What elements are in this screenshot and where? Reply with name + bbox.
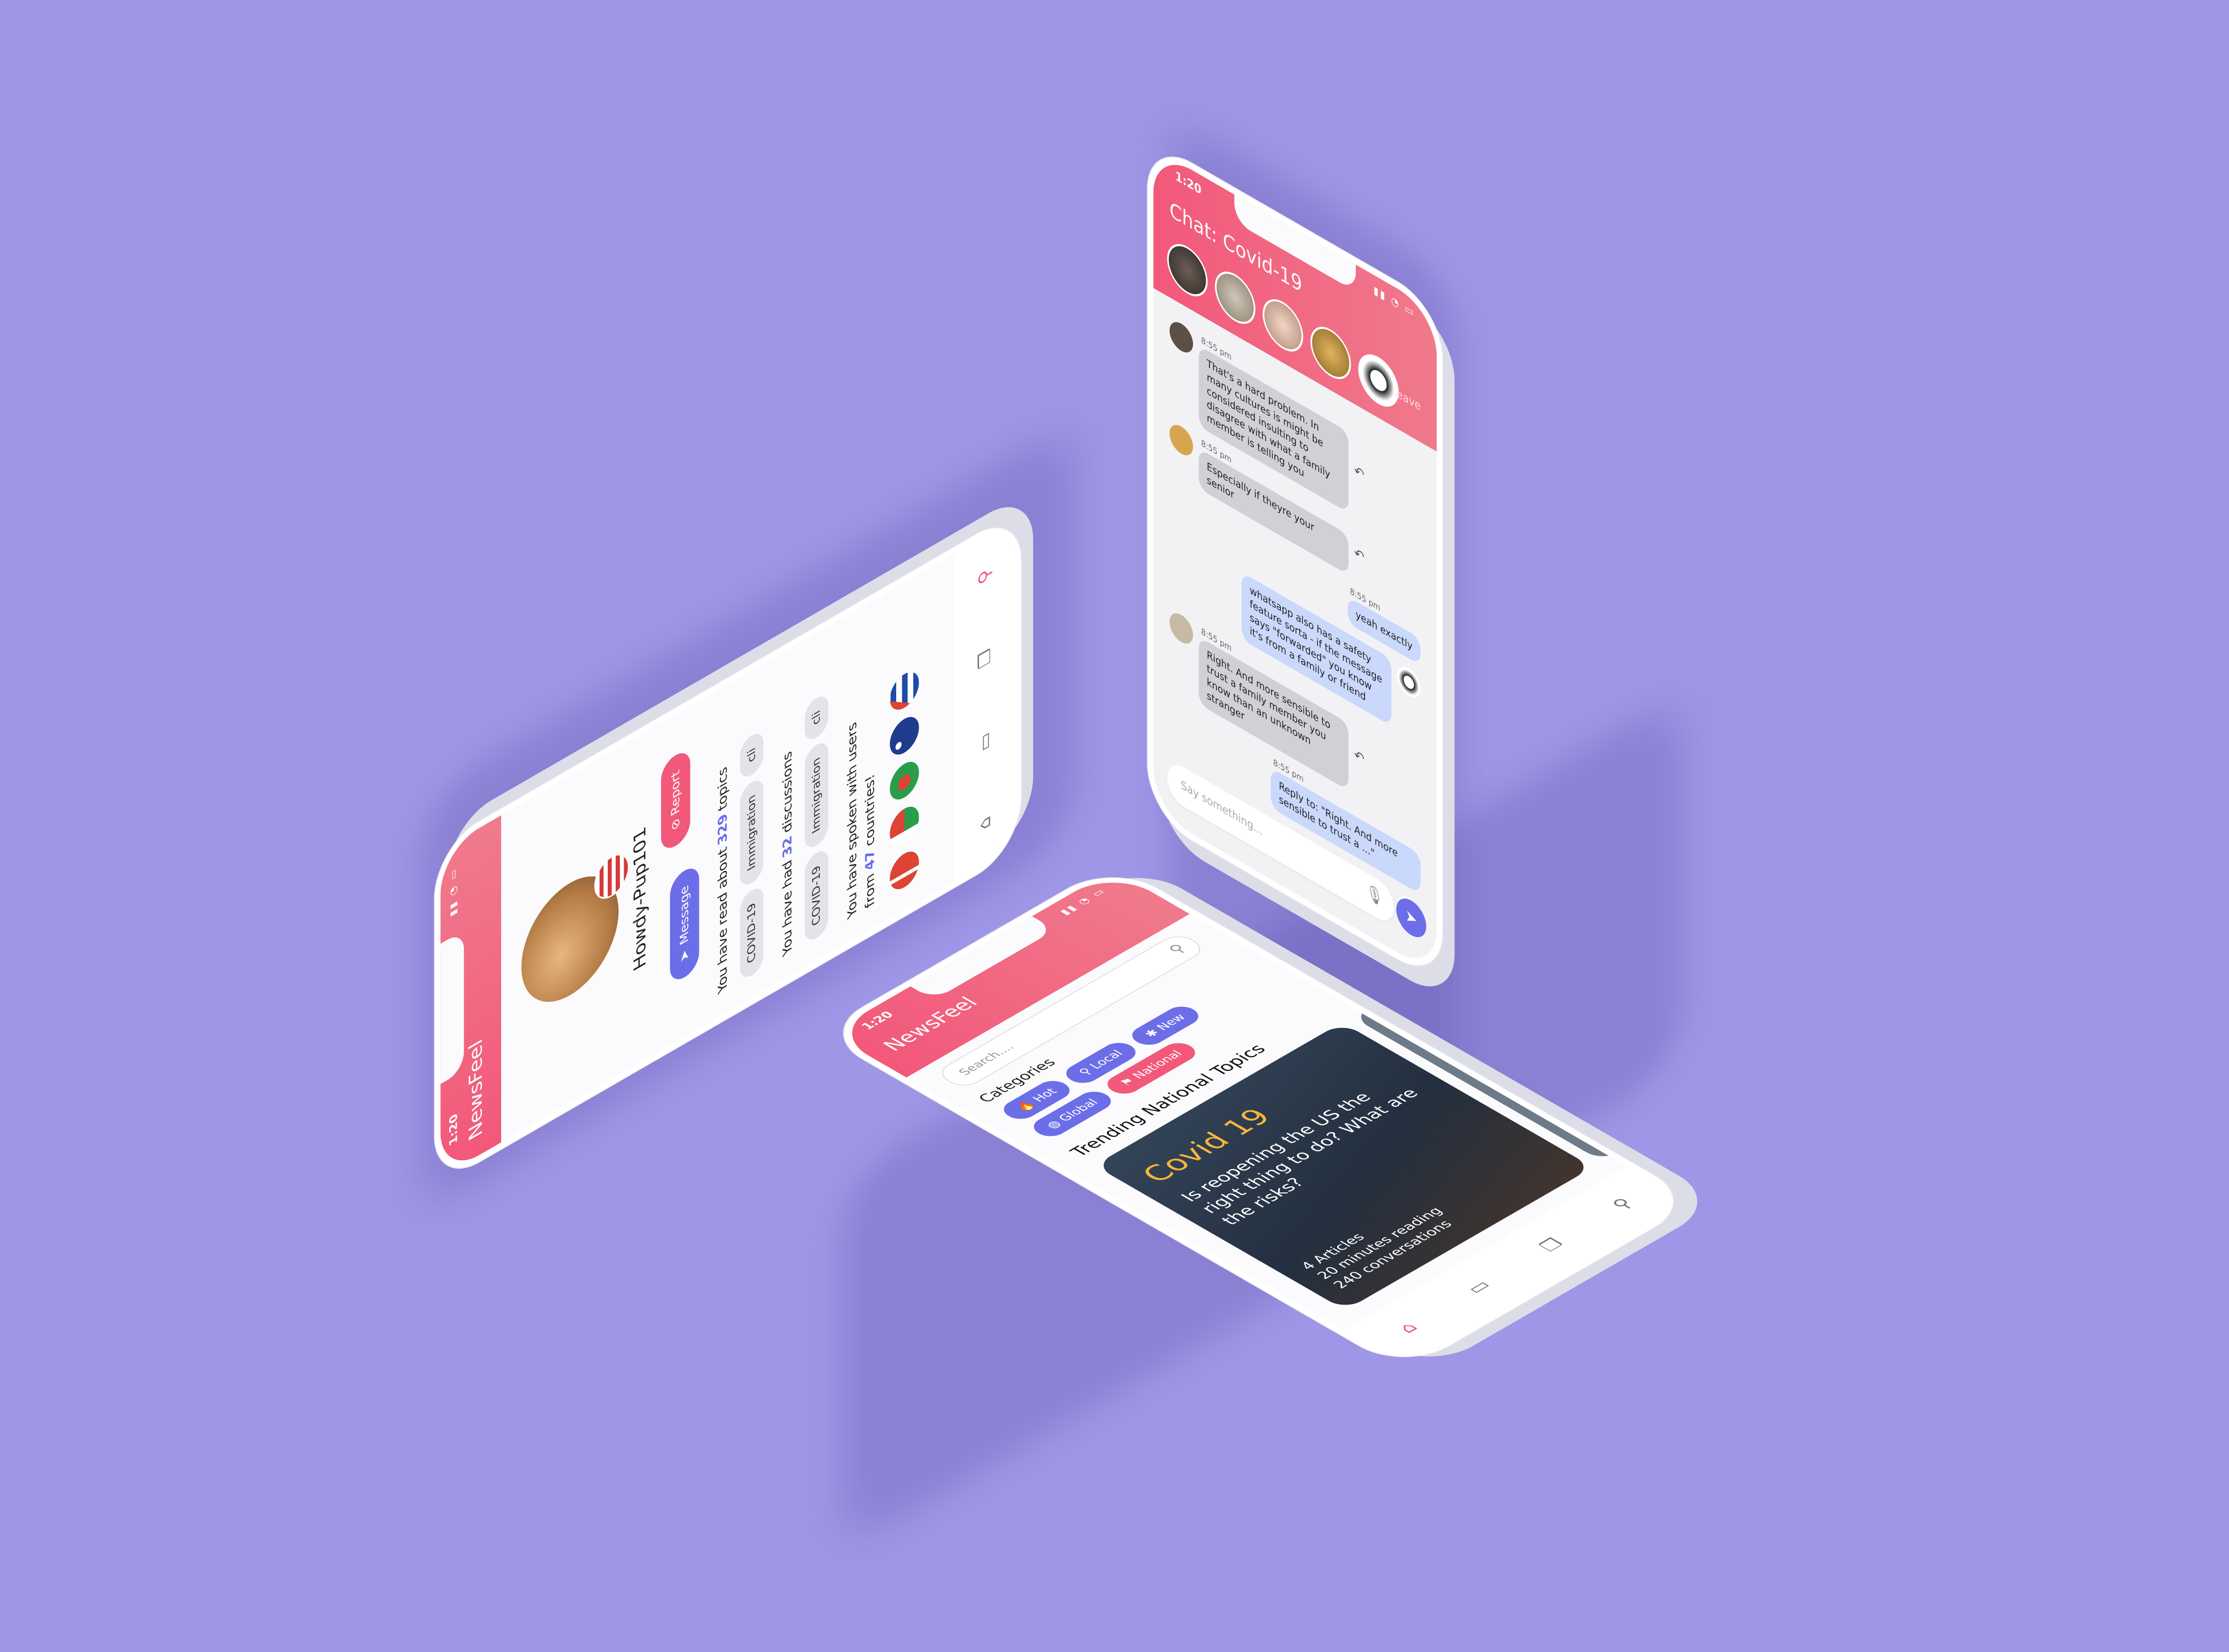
bangladesh-flag-icon (890, 755, 919, 806)
cuba-flag-icon (890, 666, 919, 716)
search-icon[interactable]: ⚲ (1165, 941, 1191, 956)
send-icon: ➤ (1405, 905, 1417, 931)
topics-prefix: You have read about (716, 839, 730, 996)
chat-icon[interactable]: ❐ (1535, 1235, 1568, 1255)
app-title: NewsFeel (465, 1035, 486, 1144)
avatar (1169, 420, 1193, 460)
avatar[interactable] (1262, 290, 1303, 360)
status-time: 1:20 (1175, 169, 1201, 198)
signal-wifi-battery-icon: ▮▮ ◔ ▭ (1057, 887, 1109, 917)
avatar (1169, 608, 1193, 649)
avatar[interactable] (1310, 318, 1351, 388)
discussions-stat: You have had 32 discussions (781, 748, 795, 959)
home-icon[interactable]: ⌂ (1394, 1320, 1423, 1336)
topics-suffix: topics (716, 764, 730, 819)
discussion-chip[interactable]: cli (805, 691, 828, 745)
chat-icon[interactable]: ❐ (976, 645, 994, 672)
topic-chips: COVID-19 Immigration cli (740, 728, 764, 982)
category-label: National (1129, 1049, 1186, 1081)
signal-wifi-battery-icon: ▮▮ ◔ ▭ (448, 865, 459, 919)
discussions-prefix: You have had (780, 852, 795, 959)
profile-username: Howdy-Pup101 (631, 823, 649, 975)
category-new[interactable]: ✱ New (1125, 1003, 1205, 1049)
discussion-chip[interactable]: COVID-19 (805, 846, 828, 945)
home-icon[interactable]: ⌂ (976, 812, 994, 835)
reply-icon[interactable]: ↶ (1354, 746, 1365, 769)
profile-icon[interactable]: ⚲ (1607, 1195, 1638, 1213)
report-button[interactable]: ⊘ Report (661, 747, 690, 855)
madagascar-flag-icon (890, 800, 919, 851)
denmark-flag-icon (890, 845, 919, 896)
topic-chip[interactable]: Immigration (740, 776, 764, 890)
avatar (1397, 662, 1421, 703)
topic-chip[interactable]: COVID-19 (740, 883, 764, 982)
category-label: Local (1086, 1048, 1127, 1071)
discussions-suffix: discussions (780, 748, 795, 841)
avatar[interactable] (1215, 263, 1256, 333)
avatar[interactable] (1167, 235, 1208, 305)
discussion-chip[interactable]: Immigration (805, 738, 828, 852)
microphone-icon[interactable]: 🎙 (1366, 881, 1383, 910)
status-time: 1:20 (858, 1009, 897, 1032)
profile-icon[interactable]: ⚲ (976, 564, 994, 588)
country-flags (890, 666, 919, 896)
news-icon[interactable]: ▭ (1462, 1277, 1496, 1297)
report-button-label: Report (669, 767, 683, 819)
message-button-label: Message (677, 883, 691, 948)
discussion-chips: COVID-19 Immigration cli (805, 691, 828, 945)
bottom-nav: ⌂ ▭ ❐ ⚲ (954, 518, 1015, 881)
reply-icon[interactable]: ↶ (1354, 544, 1365, 567)
topics-stat: You have read about 329 topics (716, 764, 730, 996)
avatar[interactable] (1358, 345, 1399, 416)
message-button[interactable]: ➤ Message (670, 862, 699, 986)
reply-icon[interactable]: ↶ (1354, 462, 1365, 484)
countries-stat-line1: You have spoken with users (845, 719, 860, 921)
topic-chip[interactable]: cli (740, 728, 764, 782)
countries-stat: from 47 countries! (863, 771, 877, 911)
status-time: 1:20 (447, 1111, 460, 1148)
australia-flag-icon (890, 711, 919, 761)
news-icon[interactable]: ▭ (976, 728, 994, 756)
notch (440, 930, 464, 1084)
avatar (1169, 317, 1193, 358)
profile-actions: ➤ Message ⊘ Report (661, 696, 708, 1050)
search-placeholder: Search.... (956, 1041, 1018, 1077)
category-label: Global (1056, 1097, 1102, 1124)
app-title: NewsFeel (878, 993, 983, 1055)
countries-suffix: countries! (863, 771, 877, 855)
